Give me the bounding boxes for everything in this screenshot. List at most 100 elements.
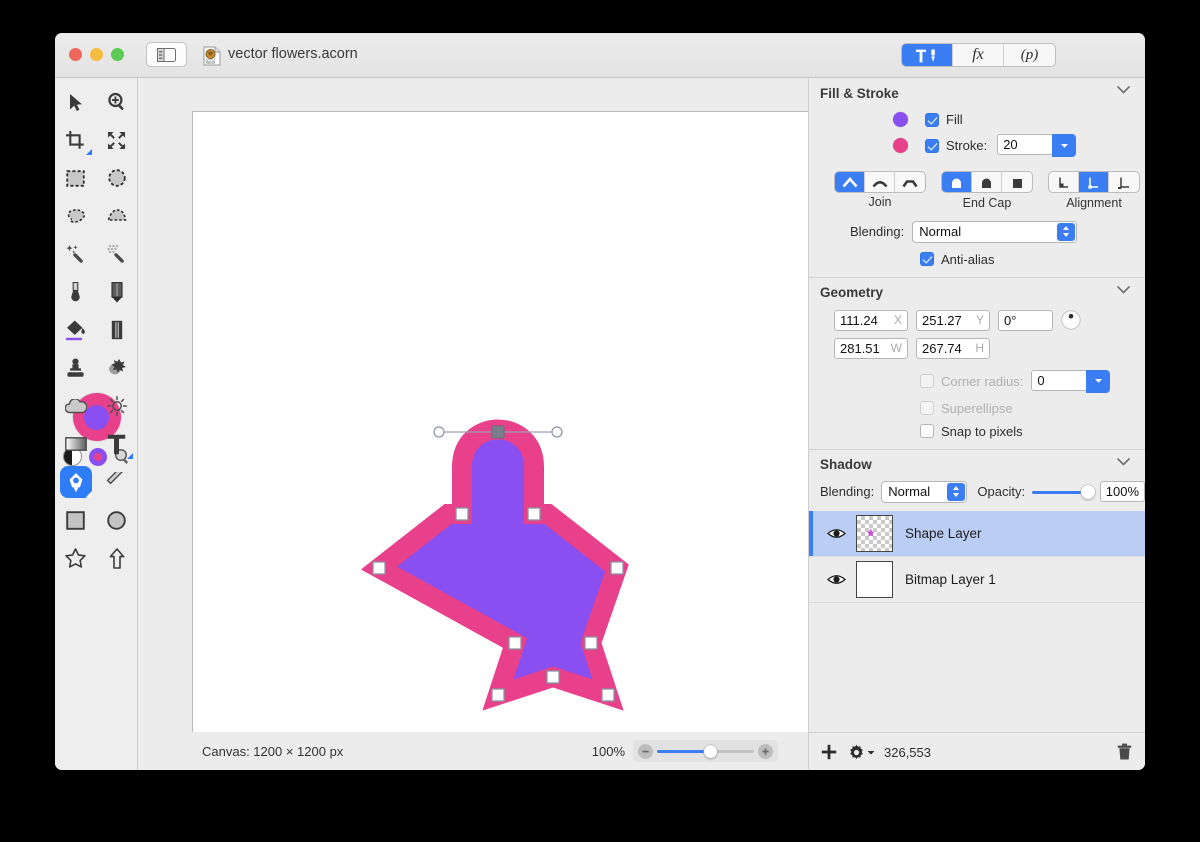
zoom-slider-knob[interactable] — [703, 744, 717, 758]
chevron-down-icon[interactable] — [1117, 457, 1130, 466]
tool-paint-bucket[interactable] — [55, 311, 96, 349]
geometry-rotation-value: 0° — [1004, 312, 1017, 328]
geometry-y-input[interactable]: 251.27 Y — [916, 309, 990, 331]
round-join-icon — [871, 180, 888, 187]
tool-transform[interactable] — [96, 121, 137, 159]
fill-label: Fill — [946, 112, 963, 127]
stroke-color-swatch[interactable] — [893, 138, 908, 153]
antialias-checkbox[interactable] — [920, 252, 934, 266]
tool-rectangle-shape[interactable] — [55, 501, 96, 539]
endcap-square-button[interactable] — [1002, 172, 1032, 192]
stroke-width-stepper[interactable] — [1052, 134, 1077, 157]
corner-radius-stepper[interactable] — [1086, 369, 1111, 393]
join-segmented-control[interactable] — [834, 171, 926, 193]
join-miter-button[interactable] — [835, 172, 865, 192]
snap-to-pixels-label: Snap to pixels — [941, 423, 1023, 439]
corner-radius-input[interactable]: 0 — [1031, 369, 1087, 391]
chevron-down-icon[interactable] — [1117, 86, 1130, 94]
alignment-outside-button[interactable] — [1109, 172, 1139, 192]
tool-instant-alpha[interactable] — [96, 235, 137, 273]
chevron-down-icon[interactable] — [1117, 285, 1130, 294]
geometry-x-input[interactable]: 111.24 X — [834, 309, 908, 331]
tab-fx[interactable]: fx — [953, 44, 1004, 66]
tool-line[interactable] — [96, 463, 137, 501]
delete-layer-trash-icon[interactable] — [1117, 743, 1132, 760]
tab-tools[interactable] — [902, 44, 953, 66]
inspector-mode-segmented-control[interactable]: fx (p) — [901, 43, 1056, 67]
tool-rectangle-select[interactable] — [55, 159, 96, 197]
tool-ellipse-select[interactable] — [96, 159, 137, 197]
layer-row-shape-layer[interactable]: Shape Layer — [809, 510, 1145, 557]
zoom-out-button[interactable] — [638, 743, 653, 759]
tool-zoom[interactable] — [96, 83, 137, 121]
tool-clone-stamp[interactable] — [55, 349, 96, 387]
shadow-blending-select[interactable]: Normal — [881, 480, 968, 503]
tool-eraser[interactable] — [96, 311, 137, 349]
tool-lasso[interactable] — [55, 197, 96, 235]
layer-actions-gear-icon[interactable] — [848, 744, 865, 761]
tool-brush[interactable] — [55, 273, 96, 311]
bezier-handles — [433, 425, 563, 439]
fill-checkbox[interactable] — [925, 112, 939, 127]
point-count-label: 326,553 — [884, 745, 931, 760]
tool-pen[interactable] — [55, 463, 96, 501]
geometry-x-unit: X — [893, 313, 902, 327]
add-layer-icon[interactable] — [821, 744, 837, 760]
geometry-section-header[interactable]: Geometry — [809, 278, 1145, 308]
zoom-button[interactable] — [111, 48, 124, 61]
alignment-segmented-control[interactable] — [1048, 171, 1140, 193]
eye-icon[interactable] — [827, 573, 846, 586]
geometry-y-unit: Y — [975, 313, 984, 327]
swap-colors-swatch[interactable] — [88, 447, 107, 466]
snap-to-pixels-checkbox[interactable] — [920, 424, 934, 438]
tool-polygon-lasso[interactable] — [96, 197, 137, 235]
join-bevel-button[interactable] — [895, 172, 925, 192]
zoom-in-button[interactable] — [758, 743, 773, 759]
close-button[interactable] — [69, 48, 82, 61]
chevron-down-icon[interactable] — [867, 750, 875, 756]
shadow-opacity-slider[interactable] — [1032, 484, 1095, 499]
smudge-tool-icon — [108, 359, 126, 375]
geometry-rotation-input[interactable]: 0° — [998, 309, 1053, 331]
crop-tool-icon — [66, 130, 84, 149]
round-cap-icon — [982, 178, 991, 188]
zoom-slider-track[interactable] — [657, 744, 754, 759]
minimize-button[interactable] — [90, 48, 103, 61]
stroke-blending-stepper[interactable] — [1057, 222, 1076, 241]
geometry-h-input[interactable]: 267.74 H — [916, 337, 990, 359]
tab-palette[interactable]: (p) — [1004, 44, 1055, 66]
tool-smudge[interactable] — [96, 349, 137, 387]
tool-star-shape[interactable] — [55, 539, 96, 577]
geometry-w-input[interactable]: 281.51 W — [834, 337, 908, 359]
tool-crop[interactable] — [55, 121, 96, 159]
endcap-round-button[interactable] — [972, 172, 1002, 192]
opacity-slider-knob[interactable] — [1080, 484, 1095, 499]
gradient-tool-icon — [64, 437, 87, 451]
tool-ellipse-shape[interactable] — [96, 501, 137, 539]
document-canvas[interactable] — [192, 111, 865, 767]
shadow-blending-stepper[interactable] — [947, 482, 966, 501]
shadow-opacity-input[interactable]: 100% — [1099, 481, 1145, 502]
join-round-button[interactable] — [865, 172, 895, 192]
tool-move[interactable] — [55, 83, 96, 121]
zoom-slider-control[interactable] — [633, 740, 778, 762]
eye-icon[interactable] — [827, 527, 846, 540]
alignment-inside-button[interactable] — [1049, 172, 1079, 192]
rotation-dial[interactable] — [1061, 310, 1081, 330]
sidebar-toggle-button[interactable] — [146, 42, 187, 67]
shadow-section-header[interactable]: Shadow — [809, 450, 1145, 480]
stroke-blending-select[interactable]: Normal — [912, 220, 1078, 243]
tool-arrow-shape[interactable] — [96, 539, 137, 577]
layer-row-bitmap-layer-1[interactable]: Bitmap Layer 1 — [809, 557, 1145, 603]
endcap-butt-button[interactable] — [942, 172, 972, 192]
tool-pencil[interactable] — [96, 273, 137, 311]
endcap-segmented-control[interactable] — [941, 171, 1033, 193]
corner-radius-checkbox[interactable] — [920, 374, 934, 388]
alignment-center-button[interactable] — [1079, 172, 1109, 192]
fill-stroke-section-header[interactable]: Fill & Stroke — [809, 78, 1145, 108]
stroke-checkbox[interactable] — [925, 138, 939, 153]
fill-color-swatch[interactable] — [893, 112, 908, 127]
stroke-width-input[interactable]: 20 — [997, 134, 1053, 155]
superellipse-checkbox[interactable] — [920, 401, 934, 415]
tool-magic-wand[interactable] — [55, 235, 96, 273]
